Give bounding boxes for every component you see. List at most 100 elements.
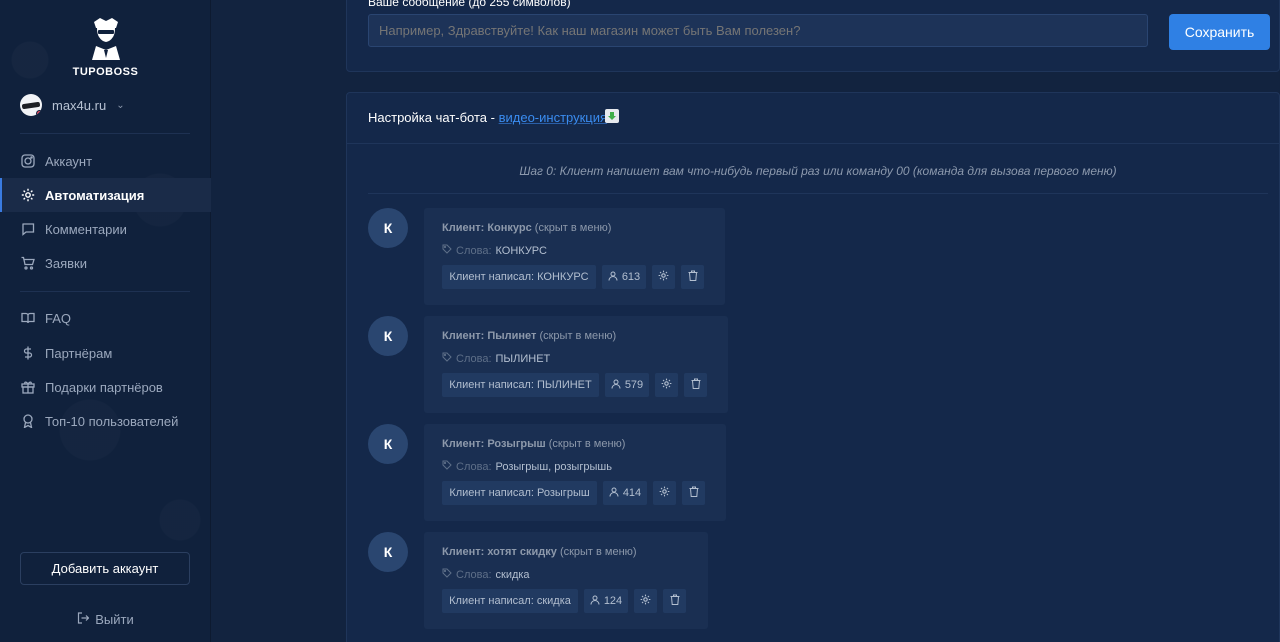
sidebar-item-account[interactable]: Аккаунт xyxy=(0,144,211,178)
chatbot-title: Настройка чат-бота - видео-инструкция xyxy=(368,110,607,125)
user-icon xyxy=(590,595,600,608)
settings-button[interactable] xyxy=(634,589,657,613)
chatbot-step-card[interactable]: Клиент: хотят скидку (скрыт в меню) Слов… xyxy=(424,532,708,629)
user-icon xyxy=(611,379,621,392)
trash-icon xyxy=(688,270,698,284)
users-count-chip[interactable]: 124 xyxy=(584,589,628,613)
instagram-icon xyxy=(20,154,35,169)
step-words: Слова: скидка xyxy=(442,568,530,581)
message-input[interactable] xyxy=(368,14,1148,47)
award-icon xyxy=(20,414,35,429)
tag-icon xyxy=(442,460,452,473)
sidebar-item-label: Аккаунт xyxy=(45,153,93,169)
client-wrote-chip[interactable]: Клиент написал: скидка xyxy=(442,589,578,613)
users-count-chip[interactable]: 613 xyxy=(602,265,646,289)
account-switcher[interactable]: max4u.ru ⌄ xyxy=(20,94,125,116)
gear-icon xyxy=(640,594,651,608)
client-avatar: К xyxy=(368,208,408,248)
save-button[interactable]: Сохранить xyxy=(1169,14,1270,50)
sidebar: TUPOBOSS max4u.ru ⌄ Аккаунт Автоматизаци… xyxy=(0,0,211,642)
users-count: 579 xyxy=(624,379,644,391)
sidebar-item-partners[interactable]: Партнёрам xyxy=(0,336,211,370)
words-label: Слова: xyxy=(456,244,492,257)
sidebar-item-top-users[interactable]: Топ-10 пользователей xyxy=(0,404,211,438)
users-count: 613 xyxy=(621,271,641,283)
sidebar-item-comments[interactable]: Комментарии xyxy=(0,212,211,246)
client-wrote-chip[interactable]: Клиент написал: ПЫЛИНЕТ xyxy=(442,373,599,397)
logo[interactable]: TUPOBOSS xyxy=(0,14,211,78)
logout-icon xyxy=(77,612,90,627)
client-wrote-chip[interactable]: Клиент написал: КОНКУРС xyxy=(442,265,596,289)
logout-label: Выйти xyxy=(95,612,134,627)
users-count-chip[interactable]: 579 xyxy=(605,373,649,397)
words-label: Слова: xyxy=(456,568,492,581)
users-count: 414 xyxy=(622,487,642,499)
sidebar-item-label: Подарки партнёров xyxy=(45,379,163,395)
delete-button[interactable] xyxy=(681,265,704,289)
words-value: КОНКУРС xyxy=(495,244,547,257)
comment-icon xyxy=(20,222,35,237)
message-label: Ваше сообщение (до 255 символов) xyxy=(368,0,571,9)
chatbot-step-card[interactable]: Клиент: Пылинет (скрыт в меню) Слова: ПЫ… xyxy=(424,316,728,413)
sidebar-item-label: Комментарии xyxy=(45,221,127,237)
book-icon xyxy=(20,311,35,326)
sidebar-item-automation[interactable]: Автоматизация xyxy=(0,178,211,212)
logo-text: TUPOBOSS xyxy=(72,66,139,78)
gear-icon xyxy=(20,188,35,203)
sidebar-item-partner-gifts[interactable]: Подарки партнёров xyxy=(0,370,211,404)
video-instruction-link[interactable]: видео-инструкция xyxy=(499,110,607,125)
tag-icon xyxy=(442,568,452,581)
step-words: Слова: ПЫЛИНЕТ xyxy=(442,352,550,365)
sidebar-item-label: Автоматизация xyxy=(45,187,145,203)
trash-icon xyxy=(691,378,701,392)
sidebar-item-label: Заявки xyxy=(45,255,87,271)
user-icon xyxy=(609,487,619,500)
boss-logo-icon xyxy=(91,18,120,60)
chatbot-title-text: Настройка чат-бота - xyxy=(368,110,499,125)
client-wrote-chip[interactable]: Клиент написал: Розыгрыш xyxy=(442,481,597,505)
users-count-chip[interactable]: 414 xyxy=(603,481,647,505)
sidebar-item-label: Партнёрам xyxy=(45,345,113,361)
chatbot-step-card[interactable]: Клиент: Конкурс (скрыт в меню) Слова: КО… xyxy=(424,208,725,305)
delete-button[interactable] xyxy=(684,373,707,397)
words-value: ПЫЛИНЕТ xyxy=(495,352,551,365)
add-account-button[interactable]: Добавить аккаунт xyxy=(20,552,190,585)
users-count: 124 xyxy=(603,595,623,607)
client-avatar: К xyxy=(368,316,408,356)
step-title: Клиент: хотят скидку (скрыт в меню) xyxy=(442,546,637,558)
download-icon[interactable] xyxy=(605,109,619,123)
tag-icon xyxy=(442,244,452,257)
sidebar-item-faq[interactable]: FAQ xyxy=(0,301,211,335)
step-words: Слова: Розыгрыш, розыгрышь xyxy=(442,460,612,473)
delete-button[interactable] xyxy=(663,589,686,613)
trash-icon xyxy=(689,486,699,500)
account-name: max4u.ru xyxy=(52,97,107,113)
avatar xyxy=(20,94,42,116)
divider xyxy=(368,193,1268,194)
sidebar-item-orders[interactable]: Заявки xyxy=(0,246,211,280)
delete-button[interactable] xyxy=(682,481,705,505)
divider xyxy=(20,133,190,134)
gear-icon xyxy=(658,270,669,284)
settings-button[interactable] xyxy=(653,481,676,505)
settings-button[interactable] xyxy=(652,265,675,289)
sidebar-item-label: Топ-10 пользователей xyxy=(45,413,179,429)
sidebar-item-label: FAQ xyxy=(45,310,72,326)
chevron-down-icon: ⌄ xyxy=(116,99,125,111)
step-words: Слова: КОНКУРС xyxy=(442,244,547,257)
client-avatar: К xyxy=(368,532,408,572)
words-value: Розыгрыш, розыгрышь xyxy=(495,460,612,473)
divider xyxy=(20,291,190,292)
chatbot-step-card[interactable]: Клиент: Розыгрыш (скрыт в меню) Слова: Р… xyxy=(424,424,726,521)
step-0-text: Шаг 0: Клиент напишет вам что-нибудь пер… xyxy=(519,164,1117,178)
logout-button[interactable]: Выйти xyxy=(0,612,211,627)
step-title: Клиент: Конкурс (скрыт в меню) xyxy=(442,222,612,234)
client-avatar: К xyxy=(368,424,408,464)
trash-icon xyxy=(670,594,680,608)
dollar-icon xyxy=(20,346,35,361)
step-title: Клиент: Розыгрыш (скрыт в меню) xyxy=(442,438,626,450)
gear-icon xyxy=(661,378,672,392)
words-value: скидка xyxy=(495,568,530,581)
words-label: Слова: xyxy=(456,352,492,365)
settings-button[interactable] xyxy=(655,373,678,397)
